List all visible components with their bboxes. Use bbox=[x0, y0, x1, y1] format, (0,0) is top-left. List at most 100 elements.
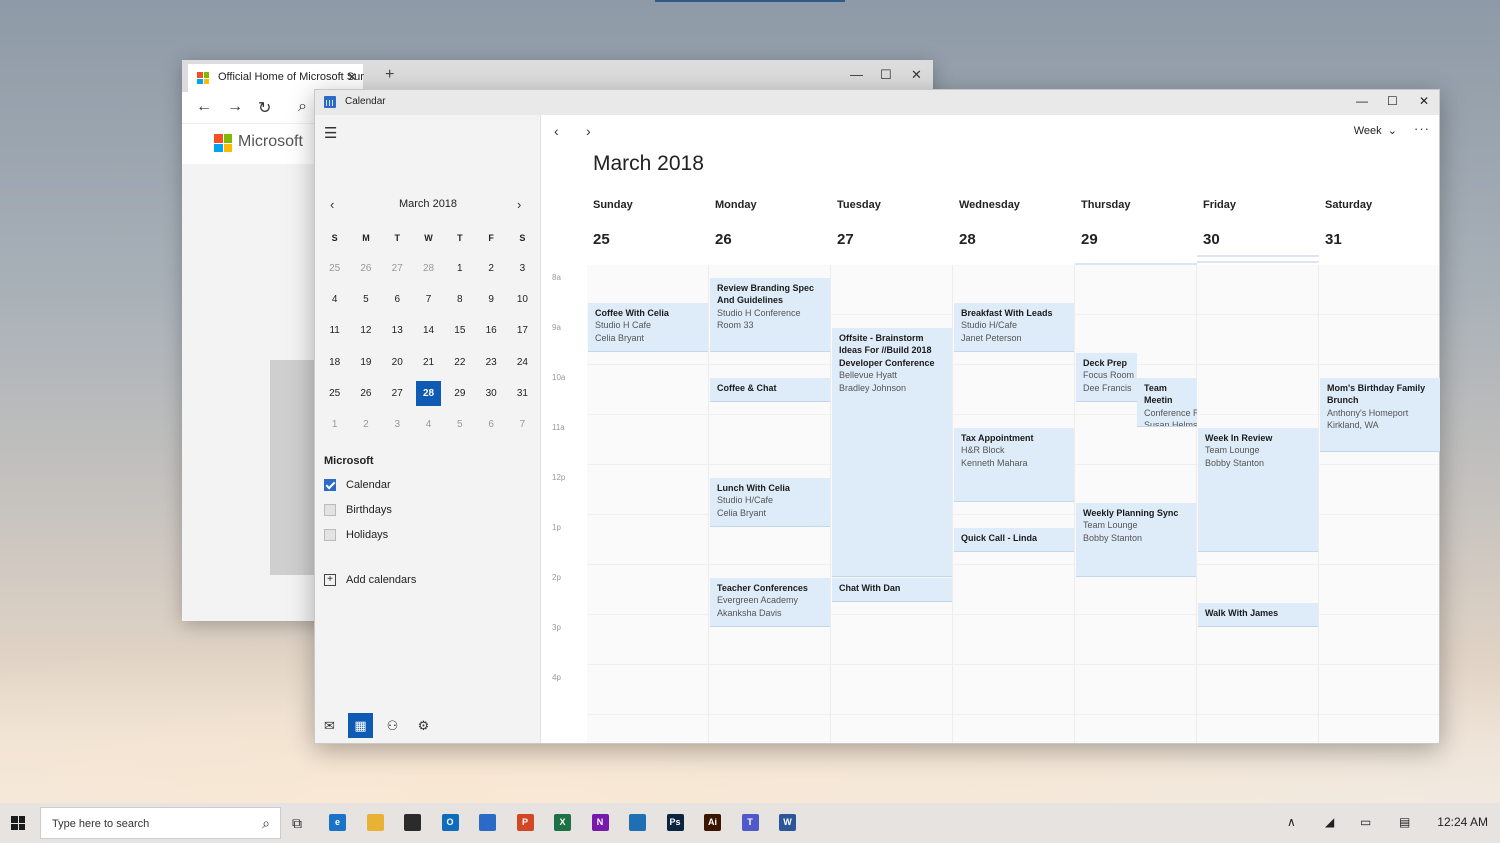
onenote-icon[interactable]: N bbox=[591, 814, 609, 831]
mini-day[interactable]: 4 bbox=[319, 284, 350, 315]
calendar-window[interactable]: Calendar — ☐ ✕ ☰ ‹ March 2018 › SMTWTFS … bbox=[314, 89, 1440, 744]
mini-day[interactable]: 1 bbox=[319, 409, 350, 440]
powerpoint-icon[interactable]: P bbox=[516, 814, 534, 831]
browser-tab[interactable]: Official Home of Microsoft Sur ✕ bbox=[188, 64, 364, 92]
calendar-event[interactable]: Chat With Dan bbox=[832, 577, 952, 602]
calendar-event[interactable]: Teacher Conferences Evergreen Academy Akan… bbox=[710, 577, 830, 627]
calendar-event[interactable]: Week In Review Team Lounge Bobby Stanton bbox=[1198, 427, 1318, 552]
mini-day[interactable]: 27 bbox=[382, 378, 413, 409]
calendar-event[interactable]: Lunch With Celia Studio H/Cafe Celia Bryan… bbox=[710, 477, 830, 527]
calendar-event[interactable]: Quick Call - Linda bbox=[954, 527, 1074, 552]
forward-arrow-icon[interactable]: → bbox=[227, 98, 243, 116]
next-week-icon[interactable]: › bbox=[586, 123, 591, 139]
browser-close-icon[interactable]: ✕ bbox=[911, 67, 922, 83]
mini-day[interactable]: 26 bbox=[350, 378, 381, 409]
browser-maximize-icon[interactable]: ☐ bbox=[880, 67, 892, 83]
mini-day[interactable]: 13 bbox=[382, 315, 413, 346]
checkbox-icon[interactable] bbox=[324, 479, 336, 491]
mini-day[interactable]: 28 bbox=[413, 253, 444, 284]
prev-week-icon[interactable]: ‹ bbox=[554, 123, 559, 139]
mini-day[interactable]: 31 bbox=[507, 378, 538, 409]
word-icon[interactable]: W bbox=[779, 814, 796, 831]
store-icon[interactable] bbox=[404, 814, 421, 831]
teams-icon[interactable]: T bbox=[741, 814, 759, 831]
mini-day[interactable]: 9 bbox=[475, 284, 506, 315]
calendar-app-icon[interactable] bbox=[479, 814, 496, 831]
mini-day[interactable]: 26 bbox=[350, 253, 381, 284]
calendar-switch-icon[interactable]: ▦ bbox=[348, 713, 373, 738]
mini-day[interactable]: 6 bbox=[475, 409, 506, 440]
maximize-icon[interactable]: ☐ bbox=[1387, 94, 1398, 108]
mini-day[interactable]: 23 bbox=[475, 347, 506, 378]
outlook-icon[interactable]: O bbox=[441, 814, 459, 831]
mini-day[interactable]: 11 bbox=[319, 315, 350, 346]
browser-search-icon[interactable]: ⌕ bbox=[298, 98, 307, 116]
calendar-event[interactable]: Coffee & Chat bbox=[710, 377, 830, 402]
task-view-icon[interactable]: ⧉ bbox=[292, 815, 302, 832]
minimize-icon[interactable]: — bbox=[1356, 94, 1368, 108]
photoshop-icon[interactable]: Ps bbox=[666, 814, 684, 831]
battery-icon[interactable]: ▭ bbox=[1360, 815, 1371, 829]
mini-day[interactable]: 19 bbox=[350, 347, 381, 378]
taskbar-search-box[interactable]: Type here to search ⌕ bbox=[40, 807, 281, 839]
mini-day[interactable]: 2 bbox=[350, 409, 381, 440]
mini-day[interactable]: 5 bbox=[444, 409, 475, 440]
calendar-event[interactable]: Team Meetin Conference R Susan Helms bbox=[1137, 377, 1197, 427]
calendar-event[interactable]: Coffee With Celia Studio H Cafe Celia Brya… bbox=[588, 302, 708, 352]
calendar-event[interactable]: Review Branding Spec And Guidelines Studi… bbox=[710, 277, 830, 352]
back-arrow-icon[interactable]: ← bbox=[196, 98, 212, 116]
mini-day[interactable]: 3 bbox=[507, 253, 538, 284]
checkbox-icon[interactable] bbox=[324, 529, 336, 541]
mini-day[interactable]: 18 bbox=[319, 347, 350, 378]
calendar-event[interactable]: Tax Appointment H&R Block Kenneth Mahara bbox=[954, 427, 1074, 502]
show-hidden-icons-chevron-icon[interactable]: ∧ bbox=[1287, 815, 1296, 829]
mini-day[interactable]: 15 bbox=[444, 315, 475, 346]
mini-day[interactable]: 16 bbox=[475, 315, 506, 346]
mini-day[interactable]: 7 bbox=[507, 409, 538, 440]
calendar-event[interactable]: Deck Prep Focus Room Dee Francis bbox=[1076, 352, 1137, 402]
edge-icon[interactable]: e bbox=[329, 814, 346, 831]
calendar-event[interactable]: Walk With James bbox=[1198, 602, 1318, 627]
browser-minimize-icon[interactable]: — bbox=[850, 67, 863, 82]
more-options-icon[interactable]: ··· bbox=[1414, 121, 1430, 136]
checkbox-icon[interactable] bbox=[324, 504, 336, 516]
mini-day[interactable]: 24 bbox=[507, 347, 538, 378]
calendar-event[interactable]: Weekly Planning Sync Team Lounge Bobby Sta… bbox=[1076, 502, 1196, 577]
mini-day[interactable]: 29 bbox=[444, 378, 475, 409]
action-center-icon[interactable]: ▤ bbox=[1399, 815, 1410, 829]
calendar-event[interactable]: Offsite - Brainstorm Ideas For //Build 2… bbox=[832, 327, 952, 577]
tab-close-icon[interactable]: ✕ bbox=[347, 70, 357, 84]
mini-day[interactable]: 30 bbox=[475, 378, 506, 409]
mini-day[interactable]: 17 bbox=[507, 315, 538, 346]
mini-next-month-icon[interactable]: › bbox=[517, 197, 521, 212]
mini-day[interactable]: 8 bbox=[444, 284, 475, 315]
mini-day[interactable]: 22 bbox=[444, 347, 475, 378]
mini-day[interactable]: 10 bbox=[507, 284, 538, 315]
mini-day[interactable]: 4 bbox=[413, 409, 444, 440]
refresh-icon[interactable]: ↻ bbox=[258, 98, 271, 118]
file-explorer-icon[interactable] bbox=[366, 814, 384, 831]
view-selector[interactable]: Week ⌄ bbox=[1354, 124, 1397, 137]
mini-day[interactable]: 12 bbox=[350, 315, 381, 346]
mini-day[interactable]: 5 bbox=[350, 284, 381, 315]
calendar-titlebar[interactable]: Calendar — ☐ ✕ bbox=[315, 90, 1439, 115]
settings-gear-icon[interactable]: ⚙ bbox=[411, 713, 436, 738]
mini-day[interactable]: 2 bbox=[475, 253, 506, 284]
taskbar-clock[interactable]: 12:24 AM bbox=[1437, 815, 1488, 829]
mini-day[interactable]: 25 bbox=[319, 378, 350, 409]
mini-day[interactable]: 6 bbox=[382, 284, 413, 315]
mini-day[interactable]: 14 bbox=[413, 315, 444, 346]
browser-titlebar[interactable]: Official Home of Microsoft Sur ✕ + — ☐ ✕ bbox=[182, 60, 933, 92]
mail-icon[interactable]: ✉ bbox=[317, 713, 342, 738]
calendar-event[interactable]: Mom's Birthday Family Brunch Anthony's Ho… bbox=[1320, 377, 1440, 452]
close-icon[interactable]: ✕ bbox=[1419, 94, 1429, 108]
mini-day[interactable]: 27 bbox=[382, 253, 413, 284]
network-icon[interactable]: ◢ bbox=[1325, 815, 1334, 829]
time-grid[interactable]: 8a 9a 10a 11a 12p 1p 2p 3p 4p Coffee With Celia St… bbox=[542, 255, 1440, 743]
calendar-event[interactable]: Breakfast With Leads Studio H/Cafe Janet P… bbox=[954, 302, 1074, 352]
mini-day[interactable]: 20 bbox=[382, 347, 413, 378]
new-tab-button[interactable]: + bbox=[385, 66, 394, 84]
people-icon[interactable]: ⚇ bbox=[380, 713, 405, 738]
photos-icon[interactable] bbox=[629, 814, 646, 831]
excel-icon[interactable]: X bbox=[554, 814, 571, 831]
